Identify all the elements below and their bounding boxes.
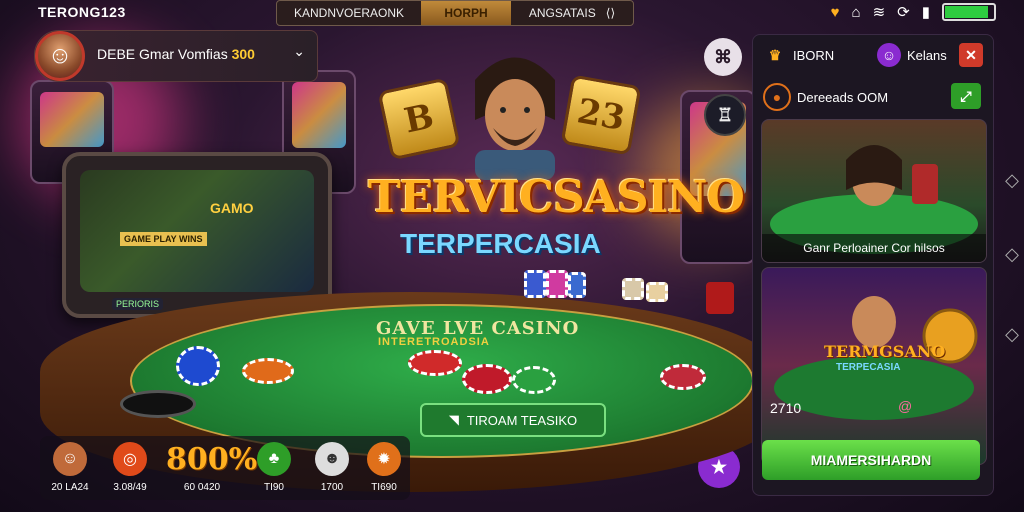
crown-icon: ♛ xyxy=(768,46,782,63)
share-icon[interactable]: ⤢ xyxy=(951,83,981,109)
rank-button[interactable]: ♖ xyxy=(704,94,746,136)
stat-value: 60 0420 xyxy=(183,482,221,493)
signal-icon: ▮ xyxy=(921,4,930,21)
at-icon: @ xyxy=(898,398,913,414)
felt-subtitle: INTERETROADSIA xyxy=(378,336,490,348)
tablet-screen: GAME PLAY WINS GAMO xyxy=(80,170,314,292)
card-1-caption: Ganr Perloainer Cor hilsos xyxy=(762,234,986,262)
panel-row-1-label: IBORN xyxy=(793,47,835,63)
home-icon[interactable]: ⌂ xyxy=(852,4,861,21)
avatar[interactable]: ☺ xyxy=(35,31,85,81)
dice-cup[interactable] xyxy=(706,282,734,314)
nav-recents-icon[interactable]: ◇ xyxy=(1002,324,1022,345)
stat-item[interactable]: ✹ TI690 xyxy=(356,436,412,493)
right-panel: ♛ IBORN ☺ Kelans ✕ ● Dereeads OOM ⤢ Ganr… xyxy=(752,34,994,496)
chip-stack[interactable] xyxy=(524,270,546,298)
hero-character-icon xyxy=(475,57,555,180)
play-button-label: TIROAM TEASIKO xyxy=(466,412,578,428)
rook-icon: ♖ xyxy=(716,104,734,125)
status-bar: ♥ ⌂ ≋ ⟳ ▮ xyxy=(831,3,996,21)
card-2-title: TERMGSANO xyxy=(824,342,946,361)
user-balance: 300 xyxy=(231,46,255,62)
panel-row-1[interactable]: ♛ IBORN xyxy=(763,43,834,67)
top-tabs: KANDNVOERAONK HORPH ANGSATAIS ⟨⟩ xyxy=(276,0,634,26)
expand-icon: ⟨⟩ xyxy=(605,6,616,20)
play-button[interactable]: ◥ TIROAM TEASIKO xyxy=(420,403,606,437)
tablet-logo-text: GAMO xyxy=(210,200,254,216)
user-name-text: DEBE Gmar Vomfias xyxy=(97,46,228,62)
flame-icon: ✹ xyxy=(367,442,401,476)
cta-button[interactable]: MIAMERSIHARDN xyxy=(762,440,980,480)
tab-3-label: ANGSATAIS xyxy=(528,6,596,20)
coin-icon: ● xyxy=(763,83,791,111)
face-icon: ☻ xyxy=(315,442,349,476)
chip-stack[interactable] xyxy=(660,364,706,390)
play-icon: ◥ xyxy=(448,412,459,427)
medal-left: B xyxy=(377,77,461,161)
stat-item[interactable]: ◎ 3.08/49 xyxy=(102,436,158,493)
game-card-1[interactable]: Ganr Perloainer Cor hilsos xyxy=(761,119,987,263)
star-icon: ★ xyxy=(710,456,728,477)
sync-icon: ⟳ xyxy=(897,4,910,21)
chip-stack[interactable] xyxy=(568,272,586,298)
battery-icon xyxy=(942,3,996,21)
cup-holder xyxy=(120,390,196,418)
player-avatar-icon: ☺ xyxy=(53,442,87,476)
heart-icon[interactable]: ♥ xyxy=(831,4,840,21)
wifi-icon: ≋ xyxy=(872,4,886,21)
panel-row-2-label: Dereeads OOM xyxy=(797,89,889,105)
stat-value: 20 LA24 xyxy=(51,482,89,493)
chip-stack[interactable] xyxy=(176,346,220,386)
chip-stack[interactable] xyxy=(546,270,568,298)
panel-row-1-right[interactable]: ☺ Kelans xyxy=(877,43,947,67)
stat-value: 3.08/49 xyxy=(113,482,147,493)
user-card[interactable]: ☺ DEBE Gmar Vomfias 300 ⌄ xyxy=(34,30,318,82)
profile-icon: ☺ xyxy=(877,43,901,67)
chip-stack[interactable] xyxy=(622,278,644,300)
nav-home-icon[interactable]: ◇ xyxy=(1002,244,1022,265)
tab-3[interactable]: ANGSATAIS ⟨⟩ xyxy=(511,1,633,25)
spin-icon: ◎ xyxy=(113,442,147,476)
stat-item[interactable]: ☻ 1700 xyxy=(304,436,360,493)
menu-button[interactable]: ⌘ xyxy=(704,38,742,76)
chevron-down-icon[interactable]: ⌄ xyxy=(293,43,305,60)
chip-stack[interactable] xyxy=(512,366,556,394)
card-2-subtitle: TERPECASIA xyxy=(836,362,901,373)
panel-row-2[interactable]: ● Dereeads OOM xyxy=(763,83,888,111)
game-subtitle: TERPERCASIA xyxy=(400,228,601,259)
card-2-value: 2710 xyxy=(770,400,802,416)
tab-1[interactable]: KANDNVOERAONK xyxy=(277,1,421,25)
brand-logo-text: TERONG123 xyxy=(38,4,126,20)
chip-stack[interactable] xyxy=(408,350,462,376)
game-card-2[interactable]: TERMGSANO TERPECASIA 2710 @ xyxy=(761,267,987,465)
chip-stack[interactable] xyxy=(462,364,512,394)
clover-icon: ♣ xyxy=(257,442,291,476)
stat-value: TI90 xyxy=(263,482,284,493)
tablet-device[interactable]: GAME PLAY WINS GAMO PERIORIS xyxy=(62,152,332,318)
chip-stack[interactable] xyxy=(646,282,668,302)
stat-value: TI690 xyxy=(371,482,397,493)
close-icon[interactable]: ✕ xyxy=(959,43,983,67)
game-title: TERVICSASINO xyxy=(368,172,745,223)
stat-item[interactable]: ☺ 20 LA24 xyxy=(42,436,98,493)
tablet-footer: PERIORIS xyxy=(112,298,164,310)
panel-row-1-right-label: Kelans xyxy=(907,47,947,63)
bonus-percent: 800% xyxy=(166,442,258,477)
stat-value: 1700 xyxy=(320,482,344,493)
tab-2[interactable]: HORPH xyxy=(421,1,511,25)
menu-icon: ⌘ xyxy=(714,46,732,67)
tablet-label: GAME PLAY WINS xyxy=(120,232,207,246)
nav-back-icon[interactable]: ◇ xyxy=(1002,170,1022,191)
user-name: DEBE Gmar Vomfias 300 xyxy=(97,46,255,62)
chip-stack[interactable] xyxy=(242,358,294,384)
